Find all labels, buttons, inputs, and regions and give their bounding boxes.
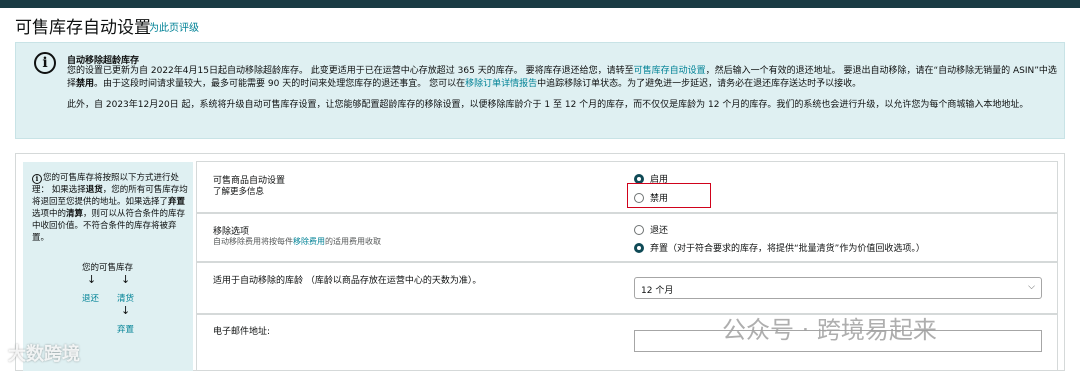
inventory-age-label: 适用于自动移除的库龄 （库龄以商品存放在运营中心的天数为准）。: [213, 276, 482, 286]
learn-more-link[interactable]: 了解更多信息: [213, 185, 264, 197]
radio-checked-icon[interactable]: [634, 242, 644, 253]
sidebar-bold-text: 退货: [85, 185, 103, 195]
flow-return-label: 退还: [82, 294, 100, 304]
removal-fee-text: 的适用费用收取: [325, 237, 381, 246]
flow-dispose-label: 弃置: [117, 325, 135, 335]
alert-text: 中追踪移除订单状态。为了避免进一步延迟，请务必在退还库存送达时予以接收。: [537, 78, 862, 89]
rate-page-link[interactable]: 为此页评级: [149, 19, 199, 34]
highlight-annotation-box: [627, 183, 711, 208]
arrow-down-icon: ↓: [121, 304, 131, 317]
option-return-label: 退还: [650, 226, 669, 236]
watermark-right: 公众号 · 跨境易起来: [722, 316, 937, 344]
sidebar-bold-text: 弃置: [168, 197, 186, 207]
removal-report-link[interactable]: 移除订单详情报告: [465, 79, 537, 89]
email-label: 电子邮件地址:: [213, 327, 271, 337]
alert-paragraph-1: 您的设置已更新为自 2022年4月15日起自动移除超龄库存。 此变更适用于已在运…: [67, 65, 1057, 90]
chevron-down-icon: ⌵: [1028, 282, 1035, 292]
radio-checked-icon[interactable]: [634, 173, 644, 184]
option-dispose[interactable]: 弃置（对于符合要求的库存，将提供“批量清货”作为价值回收选项。）: [634, 241, 925, 254]
removal-fee-text: 自动移除费用将按每件: [213, 237, 293, 246]
option-dispose-label: 弃置（对于符合要求的库存，将提供“批量清货”作为价值回收选项。）: [650, 244, 925, 254]
arrow-down-icon: ↓: [121, 273, 131, 286]
auto-settings-link[interactable]: 可售库存自动设置: [634, 66, 706, 76]
watermark-left: 大数跨境: [8, 344, 80, 365]
info-alert: i 自动移除超龄库存 您的设置已更新为自 2022年4月15日起自动移除超龄库存…: [15, 42, 1065, 139]
removal-fee-link[interactable]: 移除费用: [293, 237, 325, 246]
sidebar-description: i 您的可售库存将按照以下方式进行处理： 如果选择退货，您的所有可售库存均将退回至…: [32, 172, 188, 244]
sidebar-bold-text: 清算: [66, 209, 84, 219]
info-circle-icon: i: [34, 52, 56, 74]
page-title: 可售库存自动设置: [15, 18, 151, 38]
removal-option-row: 移除选项 自动移除费用将按每件移除费用的适用费用收取 退还 弃置（对于符合要求的…: [196, 213, 1058, 262]
flow-inventory-label: 您的可售库存: [82, 263, 134, 273]
alert-bold-text: 禁用: [76, 78, 95, 89]
arrow-down-icon: ↓: [87, 273, 97, 286]
info-circle-icon: i: [32, 174, 42, 184]
inventory-age-row: 适用于自动移除的库龄 （库龄以商品存放在运营中心的天数为准）。 12 个月 ⌵: [196, 262, 1058, 314]
inventory-age-selected: 12 个月: [641, 286, 674, 296]
sidebar-text: 选项中的: [32, 209, 67, 219]
alert-text: 。由于这段时间请求量较大，最多可能需要 90 天的时间来处理您库存的退还事宜。 …: [94, 78, 466, 89]
removal-fee-note: 自动移除费用将按每件移除费用的适用费用收取: [213, 236, 381, 247]
alert-paragraph-2: 此外，自 2023年12月20日 起，系统将升级自动可售库存设置，让您能够配置超…: [67, 100, 1029, 110]
option-return[interactable]: 退还: [634, 223, 668, 236]
alert-text: 您的设置已更新为自 2022年4月15日起自动移除超龄库存。 此变更适用于已在运…: [67, 66, 634, 76]
flow-liquidate-label: 清货: [117, 294, 135, 304]
inventory-age-select[interactable]: 12 个月 ⌵: [634, 277, 1042, 299]
radio-unchecked-icon[interactable]: [634, 224, 644, 235]
top-navigation-bar: [0, 0, 1080, 8]
